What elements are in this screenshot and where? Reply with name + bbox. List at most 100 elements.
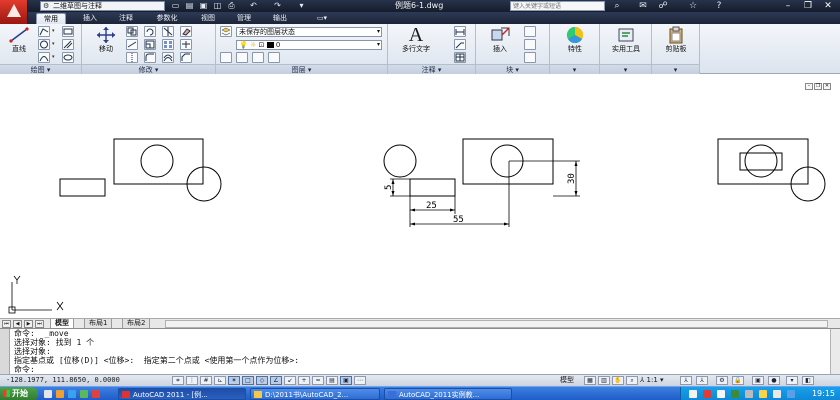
tray-app-icon[interactable] bbox=[731, 390, 739, 398]
command-window[interactable]: 命令: _move 选择对象: 找到 1 个 选择对象: 指定基点或 [位移(D… bbox=[0, 328, 840, 375]
favorites-icon[interactable]: ☆ bbox=[686, 0, 700, 12]
quicklaunch-icon[interactable] bbox=[92, 390, 100, 398]
ellipse-icon[interactable] bbox=[62, 52, 74, 63]
start-button[interactable]: 开始 bbox=[0, 387, 38, 400]
layer-isolate-icon[interactable] bbox=[220, 52, 232, 63]
quicklaunch-icon[interactable] bbox=[44, 390, 52, 398]
polyline-dropdown-icon[interactable]: ▾ bbox=[52, 26, 57, 37]
properties-button[interactable]: 特性 bbox=[558, 26, 592, 54]
model-space-label[interactable]: 模型 bbox=[560, 375, 574, 386]
tray-app-icon[interactable] bbox=[759, 390, 767, 398]
quicklaunch-icon[interactable] bbox=[80, 390, 88, 398]
block-panel-title[interactable]: 块 ▾ bbox=[476, 64, 549, 74]
circle-dropdown-icon[interactable]: ▾ bbox=[52, 39, 57, 50]
table-icon[interactable] bbox=[454, 52, 466, 63]
communication-center-icon[interactable]: ☍ bbox=[656, 0, 670, 12]
arc-icon[interactable] bbox=[38, 52, 50, 63]
minimize-button[interactable]: – bbox=[780, 0, 796, 12]
mirror-icon[interactable] bbox=[126, 52, 138, 63]
tab-output[interactable]: 输出 bbox=[266, 13, 294, 24]
scale-icon[interactable] bbox=[144, 39, 156, 50]
chamfer-icon[interactable] bbox=[180, 52, 192, 63]
draw-panel-title[interactable]: 绘图 ▾ bbox=[0, 64, 81, 74]
clipboard-button[interactable]: 剪贴板 bbox=[658, 26, 694, 54]
tab-insert[interactable]: 插入 bbox=[76, 13, 104, 24]
drawing-area[interactable]: – ❐ ✕ 25 55 30 5 bbox=[0, 74, 840, 318]
zoom-icon[interactable]: ⌕ bbox=[626, 376, 638, 385]
undo-icon[interactable]: ↶ bbox=[248, 1, 259, 11]
utilities-panel-dropdown[interactable]: ▾ bbox=[600, 64, 651, 74]
layer-lock-icon[interactable] bbox=[268, 52, 280, 63]
ortho-mode-toggle[interactable]: ⊾ bbox=[214, 376, 226, 385]
object-snap-tracking-toggle[interactable]: ∠ bbox=[270, 376, 282, 385]
search-icon[interactable]: ⌕ bbox=[610, 0, 624, 12]
modify-panel-title[interactable]: 修改 ▾ bbox=[82, 64, 215, 74]
lineweight-toggle[interactable]: ═ bbox=[312, 376, 324, 385]
copy-icon[interactable] bbox=[126, 26, 138, 37]
layer-dropdown[interactable]: 💡 ☼ ⊡ 0 ▾ bbox=[236, 40, 382, 50]
isolate-objects-icon[interactable]: ● bbox=[768, 376, 780, 385]
tab-parametric[interactable]: 参数化 bbox=[148, 13, 186, 24]
tab-annotate[interactable]: 注释 bbox=[112, 13, 140, 24]
tray-app-icon[interactable] bbox=[787, 390, 795, 398]
quicklaunch-icon[interactable] bbox=[68, 390, 76, 398]
help-icon[interactable]: ? bbox=[712, 0, 726, 12]
clock[interactable]: 19:15 bbox=[812, 387, 835, 400]
command-prompt[interactable]: 命令: bbox=[0, 365, 840, 374]
tab-home[interactable]: 常用 bbox=[36, 13, 66, 24]
3d-object-snap-toggle[interactable]: ◇ bbox=[256, 376, 268, 385]
prev-layout-button[interactable]: ◀ bbox=[13, 320, 22, 328]
language-icon[interactable] bbox=[689, 390, 697, 398]
hardware-acceleration-icon[interactable]: ▣ bbox=[752, 376, 764, 385]
layout-view-icon[interactable]: ▦ bbox=[584, 376, 596, 385]
command-window-grip[interactable] bbox=[0, 329, 10, 375]
line-button[interactable]: 直线 bbox=[4, 26, 34, 54]
tab-view[interactable]: 视图 bbox=[194, 13, 222, 24]
hatch-icon[interactable] bbox=[62, 39, 74, 50]
clean-screen-icon[interactable]: ◧ bbox=[802, 376, 814, 385]
network-icon[interactable] bbox=[717, 390, 725, 398]
search-input[interactable] bbox=[510, 1, 605, 11]
last-layout-button[interactable]: ⏭ bbox=[35, 320, 44, 328]
block-attributes-icon[interactable] bbox=[524, 52, 536, 63]
polar-tracking-toggle[interactable]: ✶ bbox=[228, 376, 240, 385]
layer-off-icon[interactable] bbox=[236, 52, 248, 63]
pan-icon[interactable]: ✋ bbox=[612, 376, 624, 385]
snap-mode-toggle[interactable]: ⋮ bbox=[186, 376, 198, 385]
next-layout-button[interactable]: ▶ bbox=[24, 320, 33, 328]
annotation-scale[interactable]: ⅄ 1:1 ▾ bbox=[640, 375, 664, 386]
array-icon[interactable] bbox=[162, 39, 174, 50]
selection-cycling-toggle[interactable]: ⋯ bbox=[354, 376, 366, 385]
ucs-toggle[interactable]: ↙ bbox=[284, 376, 296, 385]
clipboard-panel-dropdown[interactable]: ▾ bbox=[652, 64, 699, 74]
rotate-icon[interactable] bbox=[144, 26, 156, 37]
circle-icon[interactable] bbox=[38, 39, 50, 50]
workspace-switching-icon[interactable]: ⚙ bbox=[716, 376, 728, 385]
stretch-icon[interactable] bbox=[126, 39, 138, 50]
transparency-toggle[interactable]: ▤ bbox=[326, 376, 338, 385]
tray-app-icon[interactable] bbox=[773, 390, 781, 398]
taskbar-item-folder[interactable]: D:\2011书\AutoCAD_2... bbox=[250, 388, 380, 400]
first-layout-button[interactable]: ⏮ bbox=[2, 320, 11, 328]
quick-access-dropdown-icon[interactable]: ▾ bbox=[296, 1, 307, 11]
tab-manage[interactable]: 管理 bbox=[230, 13, 258, 24]
move-button[interactable]: 移动 bbox=[90, 26, 122, 54]
command-window-scrollbar[interactable] bbox=[830, 329, 840, 375]
layer-state-dropdown[interactable]: 未保存的图层状态 ▾ bbox=[236, 27, 382, 37]
insert-button[interactable]: 插入 bbox=[484, 26, 516, 54]
leader-icon[interactable] bbox=[454, 39, 466, 50]
subscription-icon[interactable]: ✉ bbox=[636, 0, 650, 12]
auto-scale-icon[interactable]: ⅄ bbox=[696, 376, 708, 385]
utilities-button[interactable]: 实用工具 bbox=[604, 26, 648, 54]
application-menu-button[interactable] bbox=[0, 0, 28, 24]
lock-toolbar-icon[interactable]: 🔒 bbox=[732, 376, 744, 385]
offset-icon[interactable] bbox=[162, 52, 174, 63]
properties-panel-dropdown[interactable]: ▾ bbox=[550, 64, 599, 74]
object-snap-toggle[interactable]: □ bbox=[242, 376, 254, 385]
trim-icon[interactable] bbox=[162, 26, 174, 37]
layer-freeze-icon[interactable] bbox=[252, 52, 264, 63]
taskbar-item-autocad[interactable]: AutoCAD 2011 - [例... bbox=[118, 388, 246, 400]
infer-constraints-toggle[interactable]: ⌗ bbox=[172, 376, 184, 385]
horizontal-scrollbar[interactable] bbox=[165, 320, 828, 328]
explode-icon[interactable] bbox=[180, 39, 192, 50]
